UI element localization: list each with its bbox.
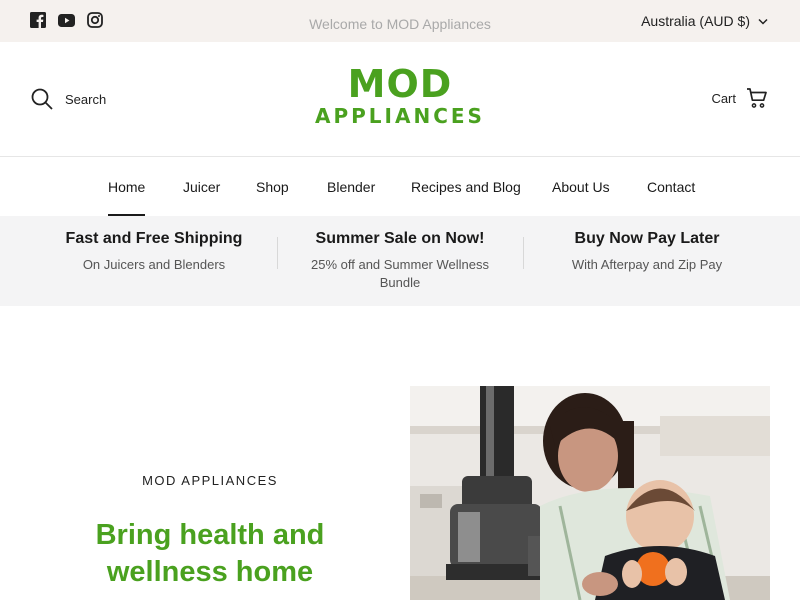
nav-item-about-us[interactable]: About Us bbox=[552, 179, 610, 195]
promo-title: Summer Sale on Now! bbox=[315, 230, 485, 247]
cart-button[interactable]: Cart bbox=[711, 87, 768, 109]
cart-icon bbox=[747, 88, 767, 108]
hero-eyebrow: MOD APPLIANCES bbox=[142, 473, 278, 488]
search-label: Search bbox=[65, 91, 107, 107]
nav-item-recipes-and-blog[interactable]: Recipes and Blog bbox=[411, 179, 521, 195]
hero-image bbox=[410, 386, 770, 600]
logo-line-1: MOD bbox=[347, 62, 453, 106]
promo-divider bbox=[277, 237, 278, 269]
promo-subtitle: 25% off and Summer Wellness Bundle bbox=[311, 257, 489, 290]
promo-shipping: Fast and Free Shipping On Juicers and Bl… bbox=[44, 230, 264, 274]
cart-label: Cart bbox=[711, 90, 736, 106]
promo-summer-sale: Summer Sale on Now! 25% off and Summer W… bbox=[300, 230, 500, 292]
promo-divider bbox=[523, 237, 524, 269]
brand-logo[interactable]: MOD APPLIANCES bbox=[300, 64, 500, 128]
main-navigation: Home Juicer Shop Blender Recipes and Blo… bbox=[0, 158, 800, 216]
promo-title: Fast and Free Shipping bbox=[65, 230, 243, 247]
nav-item-home[interactable]: Home bbox=[108, 179, 146, 216]
search-button[interactable]: Search bbox=[31, 88, 106, 110]
hero-title: Bring health and wellness home bbox=[95, 519, 325, 588]
logo-line-2: APPLIANCES bbox=[315, 104, 485, 128]
promo-pay-later: Buy Now Pay Later With Afterpay and Zip … bbox=[537, 230, 757, 274]
promo-subtitle: With Afterpay and Zip Pay bbox=[571, 257, 723, 272]
chevron-down-icon bbox=[758, 18, 768, 25]
promo-subtitle: On Juicers and Blenders bbox=[82, 257, 226, 272]
nav-item-blender[interactable]: Blender bbox=[327, 179, 375, 195]
currency-label: Australia (AUD $) bbox=[641, 13, 750, 29]
search-icon bbox=[31, 88, 53, 110]
currency-selector[interactable]: Australia (AUD $) bbox=[641, 13, 768, 29]
nav-item-shop[interactable]: Shop bbox=[256, 179, 289, 195]
promo-title: Buy Now Pay Later bbox=[574, 230, 720, 247]
nav-item-contact[interactable]: Contact bbox=[647, 179, 695, 195]
announcement-bar: Welcome to MOD Appliances Australia (AUD… bbox=[0, 0, 800, 42]
nav-item-juicer[interactable]: Juicer bbox=[183, 179, 220, 195]
site-header: Search MOD APPLIANCES Cart bbox=[0, 42, 800, 157]
promo-strip: Fast and Free Shipping On Juicers and Bl… bbox=[0, 216, 800, 306]
